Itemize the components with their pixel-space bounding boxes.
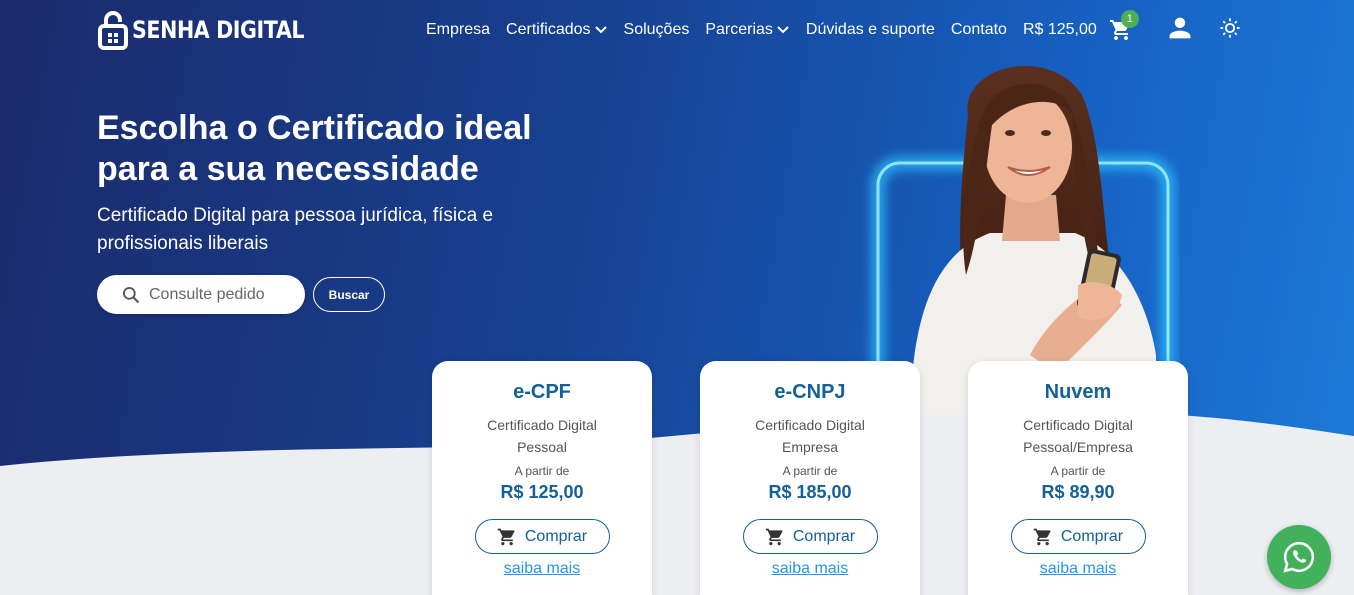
nav-item-contato[interactable]: Contato	[951, 21, 1007, 39]
nav-label: Empresa	[426, 21, 491, 38]
card-price-prefix: A partir de	[782, 464, 838, 478]
nav-label: Parcerias	[705, 21, 773, 38]
buy-button[interactable]: Comprar	[1010, 519, 1146, 554]
product-card-ecpf: e-CPF Certificado Digital Pessoal A part…	[432, 361, 652, 595]
order-search-field[interactable]	[97, 275, 305, 314]
theme-toggle-button[interactable]	[1219, 17, 1241, 44]
card-price: R$ 125,00	[500, 482, 584, 502]
main-nav: Empresa Certificados Soluções Parcerias …	[426, 10, 1241, 46]
nav-label: Certificados	[506, 21, 591, 38]
cart-total[interactable]: R$ 125,00	[1023, 21, 1097, 39]
nav-item-certificados[interactable]: Certificados	[506, 21, 607, 39]
learn-more-link[interactable]: saiba mais	[1040, 560, 1116, 578]
user-icon	[1169, 17, 1191, 38]
nav-label: Contato	[950, 21, 1007, 38]
learn-more-link[interactable]: saiba mais	[504, 560, 580, 578]
whatsapp-button[interactable]	[1267, 525, 1331, 589]
buy-button-label: Comprar	[1060, 527, 1124, 545]
hero-subline: Certificado Digital para pessoa jurídica…	[97, 205, 494, 254]
chevron-down-icon	[777, 26, 789, 34]
card-description: Certificado Digital Pessoal	[487, 417, 597, 455]
card-price: R$ 89,90	[1041, 482, 1115, 502]
cart-button[interactable]: 1	[1109, 10, 1139, 42]
cart-icon	[1033, 528, 1051, 545]
hero-section: SENHA DIGITAL Empresa Certificados Soluç…	[0, 0, 1354, 595]
brand-name: SENHA DIGITAL	[132, 16, 305, 44]
learn-more-link[interactable]: saiba mais	[772, 560, 848, 578]
product-card-ecnpj: e-CNPJ Certificado Digital Empresa A par…	[700, 361, 920, 595]
card-title: Nuvem	[1044, 381, 1112, 403]
card-description: Certificado Digital Pessoal/Empresa	[1023, 417, 1133, 455]
whatsapp-icon	[1283, 541, 1315, 573]
nav-item-parcerias[interactable]: Parcerias	[705, 21, 790, 39]
buy-button[interactable]: Comprar	[742, 519, 878, 554]
buy-button[interactable]: Comprar	[474, 519, 610, 554]
nav-item-solucoes[interactable]: Soluções	[624, 21, 690, 39]
hero-headline: Escolha o Certificado ideal para a sua n…	[97, 109, 532, 188]
card-price-prefix: A partir de	[514, 464, 570, 478]
cart-icon	[765, 528, 783, 545]
product-card-nuvem: Nuvem Certificado Digital Pessoal/Empres…	[968, 361, 1188, 595]
nav-label: Dúvidas e suporte	[805, 21, 935, 38]
card-title: e-CNPJ	[774, 381, 846, 403]
search-icon	[123, 286, 140, 303]
buy-button-label: Comprar	[524, 527, 588, 545]
cart-total-value: R$ 125,00	[1022, 21, 1097, 38]
account-button[interactable]	[1167, 15, 1193, 46]
card-price: R$ 185,00	[768, 482, 852, 502]
nav-label: Soluções	[623, 21, 690, 38]
card-title: e-CPF	[513, 381, 571, 403]
cart-count-badge: 1	[1120, 10, 1139, 28]
buy-button-label: Comprar	[792, 527, 856, 545]
cart-icon	[497, 528, 515, 545]
card-description: Certificado Digital Empresa	[755, 417, 865, 455]
chevron-down-icon	[594, 26, 607, 34]
order-search-input[interactable]	[149, 285, 299, 304]
brand-logo[interactable]: SENHA DIGITAL	[98, 10, 332, 50]
nav-item-empresa[interactable]: Empresa	[426, 21, 490, 39]
card-price-prefix: A partir de	[1050, 464, 1106, 478]
lock-logo-icon	[98, 11, 128, 50]
theme-toggle-icon	[1220, 17, 1240, 38]
nav-item-duvidas[interactable]: Dúvidas e suporte	[806, 21, 935, 39]
search-button[interactable]: Buscar	[313, 277, 385, 312]
